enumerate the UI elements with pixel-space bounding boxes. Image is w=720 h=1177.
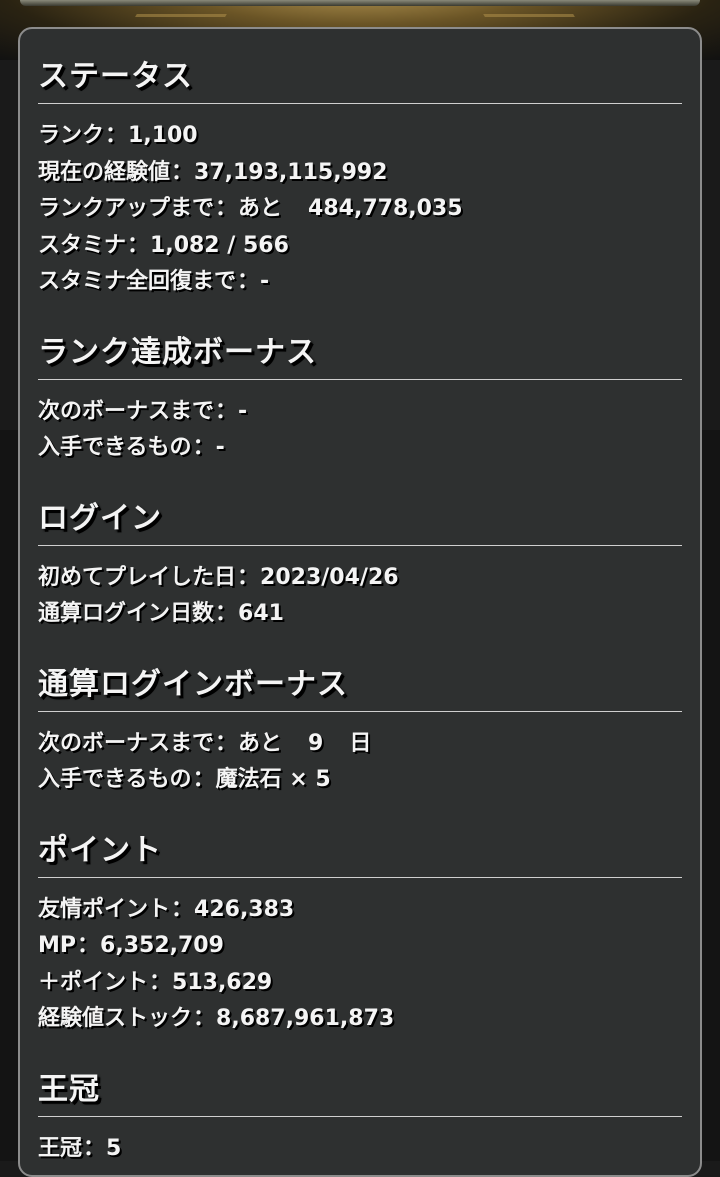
row-login-obtainable: 入手できるもの：魔法石 × 5 [38, 762, 682, 799]
row-label: 友情ポイント [38, 896, 171, 922]
row-stamina: スタミナ：1,082 / 566 [38, 228, 682, 265]
section-divider [38, 378, 682, 380]
row-crowns: 王冠：5 [38, 1131, 682, 1168]
row-plus-points: ＋ポイント：513,629 [38, 965, 682, 1002]
section-divider [38, 544, 682, 546]
row-value: 641 [238, 601, 284, 626]
row-label: 通算ログイン日数 [38, 601, 215, 626]
row-label: 次のボーナスまで [38, 730, 215, 756]
row-rank-up: ランクアップまで：あと 484,778,035 [38, 191, 682, 228]
row-suffix: 日 [349, 730, 372, 756]
row-value: 6,352,709 [100, 933, 224, 958]
row-separator: ： [237, 564, 260, 590]
row-separator: ： [149, 969, 172, 995]
row-label: 経験値ストック [38, 1006, 193, 1031]
row-prefix: あと [238, 196, 283, 221]
row-value: 37,193,115,992 [194, 159, 388, 185]
row-separator: ： [171, 159, 194, 185]
row-label: 入手できるもの [38, 767, 192, 792]
row-separator: ： [83, 1135, 106, 1161]
row-next-login-bonus: 次のボーナスまで：あと 9 日 [38, 726, 682, 763]
section-divider [38, 103, 682, 104]
row-current-exp: 現在の経験値：37,193,115,992 [38, 155, 682, 192]
row-label: ランク [38, 123, 105, 148]
player-info-panel: ステータス ランク：1,100 現在の経験値：37,193,115,992 ラン… [18, 27, 702, 1177]
banner-ornament-left [135, 0, 235, 17]
row-friend-points: 友情ポイント：426,383 [38, 892, 682, 929]
row-label: ランクアップまで [38, 196, 215, 221]
banner-ornament-right [475, 0, 575, 17]
row-mp: MP：6,352,709 [38, 928, 682, 965]
row-value: 5 [106, 1135, 122, 1161]
row-label: 次のボーナスまで [38, 398, 215, 424]
section-points: ポイント 友情ポイント：426,383 MP：6,352,709 ＋ポイント：5… [38, 825, 682, 1038]
row-next-bonus: 次のボーナスまで：- [38, 394, 682, 431]
row-label: ＋ポイント [38, 969, 149, 995]
row-separator: ： [237, 269, 260, 294]
row-separator: ： [215, 601, 238, 626]
row-value: - [238, 398, 248, 424]
section-crowns: 王冠 王冠：5 [38, 1064, 682, 1168]
section-divider [38, 876, 682, 878]
row-value: 8,687,961,873 [216, 1006, 395, 1031]
row-value: 1,100 [128, 123, 198, 148]
row-separator: ： [77, 933, 100, 958]
row-separator: ： [171, 896, 194, 922]
row-label: 初めてプレイした日 [38, 564, 237, 590]
section-divider [38, 1115, 682, 1117]
section-status: ステータス ランク：1,100 現在の経験値：37,193,115,992 ラン… [38, 51, 682, 301]
row-value: 1,082 / 566 [150, 232, 289, 258]
row-separator: ： [215, 196, 238, 221]
row-rank: ランク：1,100 [38, 118, 682, 155]
section-title: ログイン [38, 500, 162, 536]
row-value: 426,383 [194, 896, 295, 922]
row-prefix: あと [238, 730, 283, 756]
row-label: 現在の経験値 [38, 159, 171, 185]
row-exp-stock: 経験値ストック：8,687,961,873 [38, 1001, 682, 1038]
row-value: - [215, 435, 225, 460]
row-label: 入手できるもの [38, 435, 192, 460]
row-total-login-days: 通算ログイン日数：641 [38, 596, 682, 633]
row-separator: ： [192, 435, 215, 460]
row-label: スタミナ [38, 232, 127, 258]
row-separator: ： [215, 398, 238, 424]
row-separator: ： [105, 123, 128, 148]
row-label: 王冠 [38, 1135, 83, 1161]
section-rank-bonus: ランク達成ボーナス 次のボーナスまで：- 入手できるもの：- [38, 327, 682, 467]
row-first-play-date: 初めてプレイした日：2023/04/26 [38, 560, 682, 597]
section-title: 王冠 [38, 1071, 100, 1107]
row-separator: ： [192, 767, 215, 792]
row-value: 513,629 [172, 969, 273, 995]
section-title: 通算ログインボーナス [38, 666, 348, 702]
row-label: MP [38, 933, 77, 958]
row-value: - [260, 269, 270, 294]
section-divider [38, 710, 682, 712]
row-separator: ： [193, 1006, 216, 1031]
row-separator: ： [127, 232, 150, 258]
row-separator: ： [215, 730, 238, 756]
section-title: ステータス [38, 59, 193, 94]
row-value: 484,778,035 [308, 196, 463, 221]
section-title: ポイント [38, 832, 162, 868]
row-stamina-recovery: スタミナ全回復まで：- [38, 264, 682, 301]
section-title: ランク達成ボーナス [38, 334, 317, 370]
row-value: 2023/04/26 [260, 564, 399, 590]
row-label: スタミナ全回復まで [38, 269, 237, 294]
section-login-bonus: 通算ログインボーナス 次のボーナスまで：あと 9 日 入手できるもの：魔法石 × 5 [38, 659, 682, 799]
row-obtainable: 入手できるもの：- [38, 430, 682, 467]
section-login: ログイン 初めてプレイした日：2023/04/26 通算ログイン日数：641 [38, 493, 682, 633]
row-value: 9 [308, 730, 324, 756]
row-value: 魔法石 × 5 [215, 767, 331, 792]
